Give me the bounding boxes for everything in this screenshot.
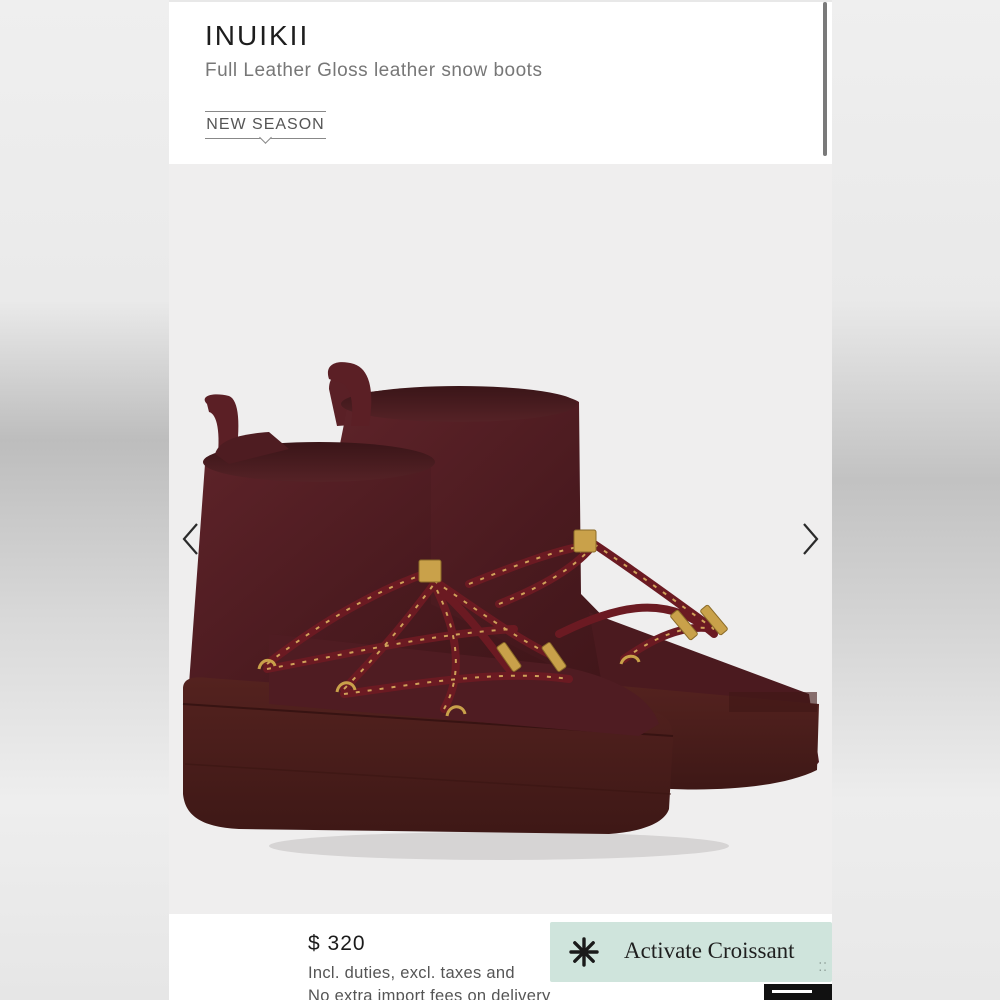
- next-image-button[interactable]: [796, 521, 822, 557]
- product-gallery[interactable]: [169, 164, 832, 914]
- duties-note: Incl. duties, excl. taxes and: [308, 964, 515, 982]
- background-blur-left: [0, 0, 169, 1000]
- product-page: INUIKII Full Leather Gloss leather snow …: [169, 0, 832, 1000]
- corner-widget[interactable]: [764, 984, 832, 1000]
- croissant-label: Activate Croissant: [624, 938, 795, 963]
- chevron-left-icon: [182, 523, 198, 555]
- brand-name[interactable]: INUIKII: [205, 20, 309, 52]
- import-fees-note: No extra import fees on delivery: [308, 987, 551, 1000]
- background-blur-right: [832, 0, 1000, 1000]
- product-image: [182, 362, 819, 860]
- product-title: Full Leather Gloss leather snow boots: [205, 60, 543, 81]
- previous-image-button[interactable]: [179, 521, 205, 557]
- drag-handle-icon[interactable]: ⁚⁚: [818, 960, 828, 974]
- activate-croissant-button[interactable]: Activate Croissant ⁚⁚: [550, 922, 832, 982]
- product-header: INUIKII Full Leather Gloss leather snow …: [169, 0, 832, 164]
- chevron-right-icon: [803, 523, 819, 555]
- product-price: $ 320: [308, 932, 366, 955]
- scrollbar[interactable]: [823, 2, 827, 156]
- asterisk-icon: [569, 937, 599, 967]
